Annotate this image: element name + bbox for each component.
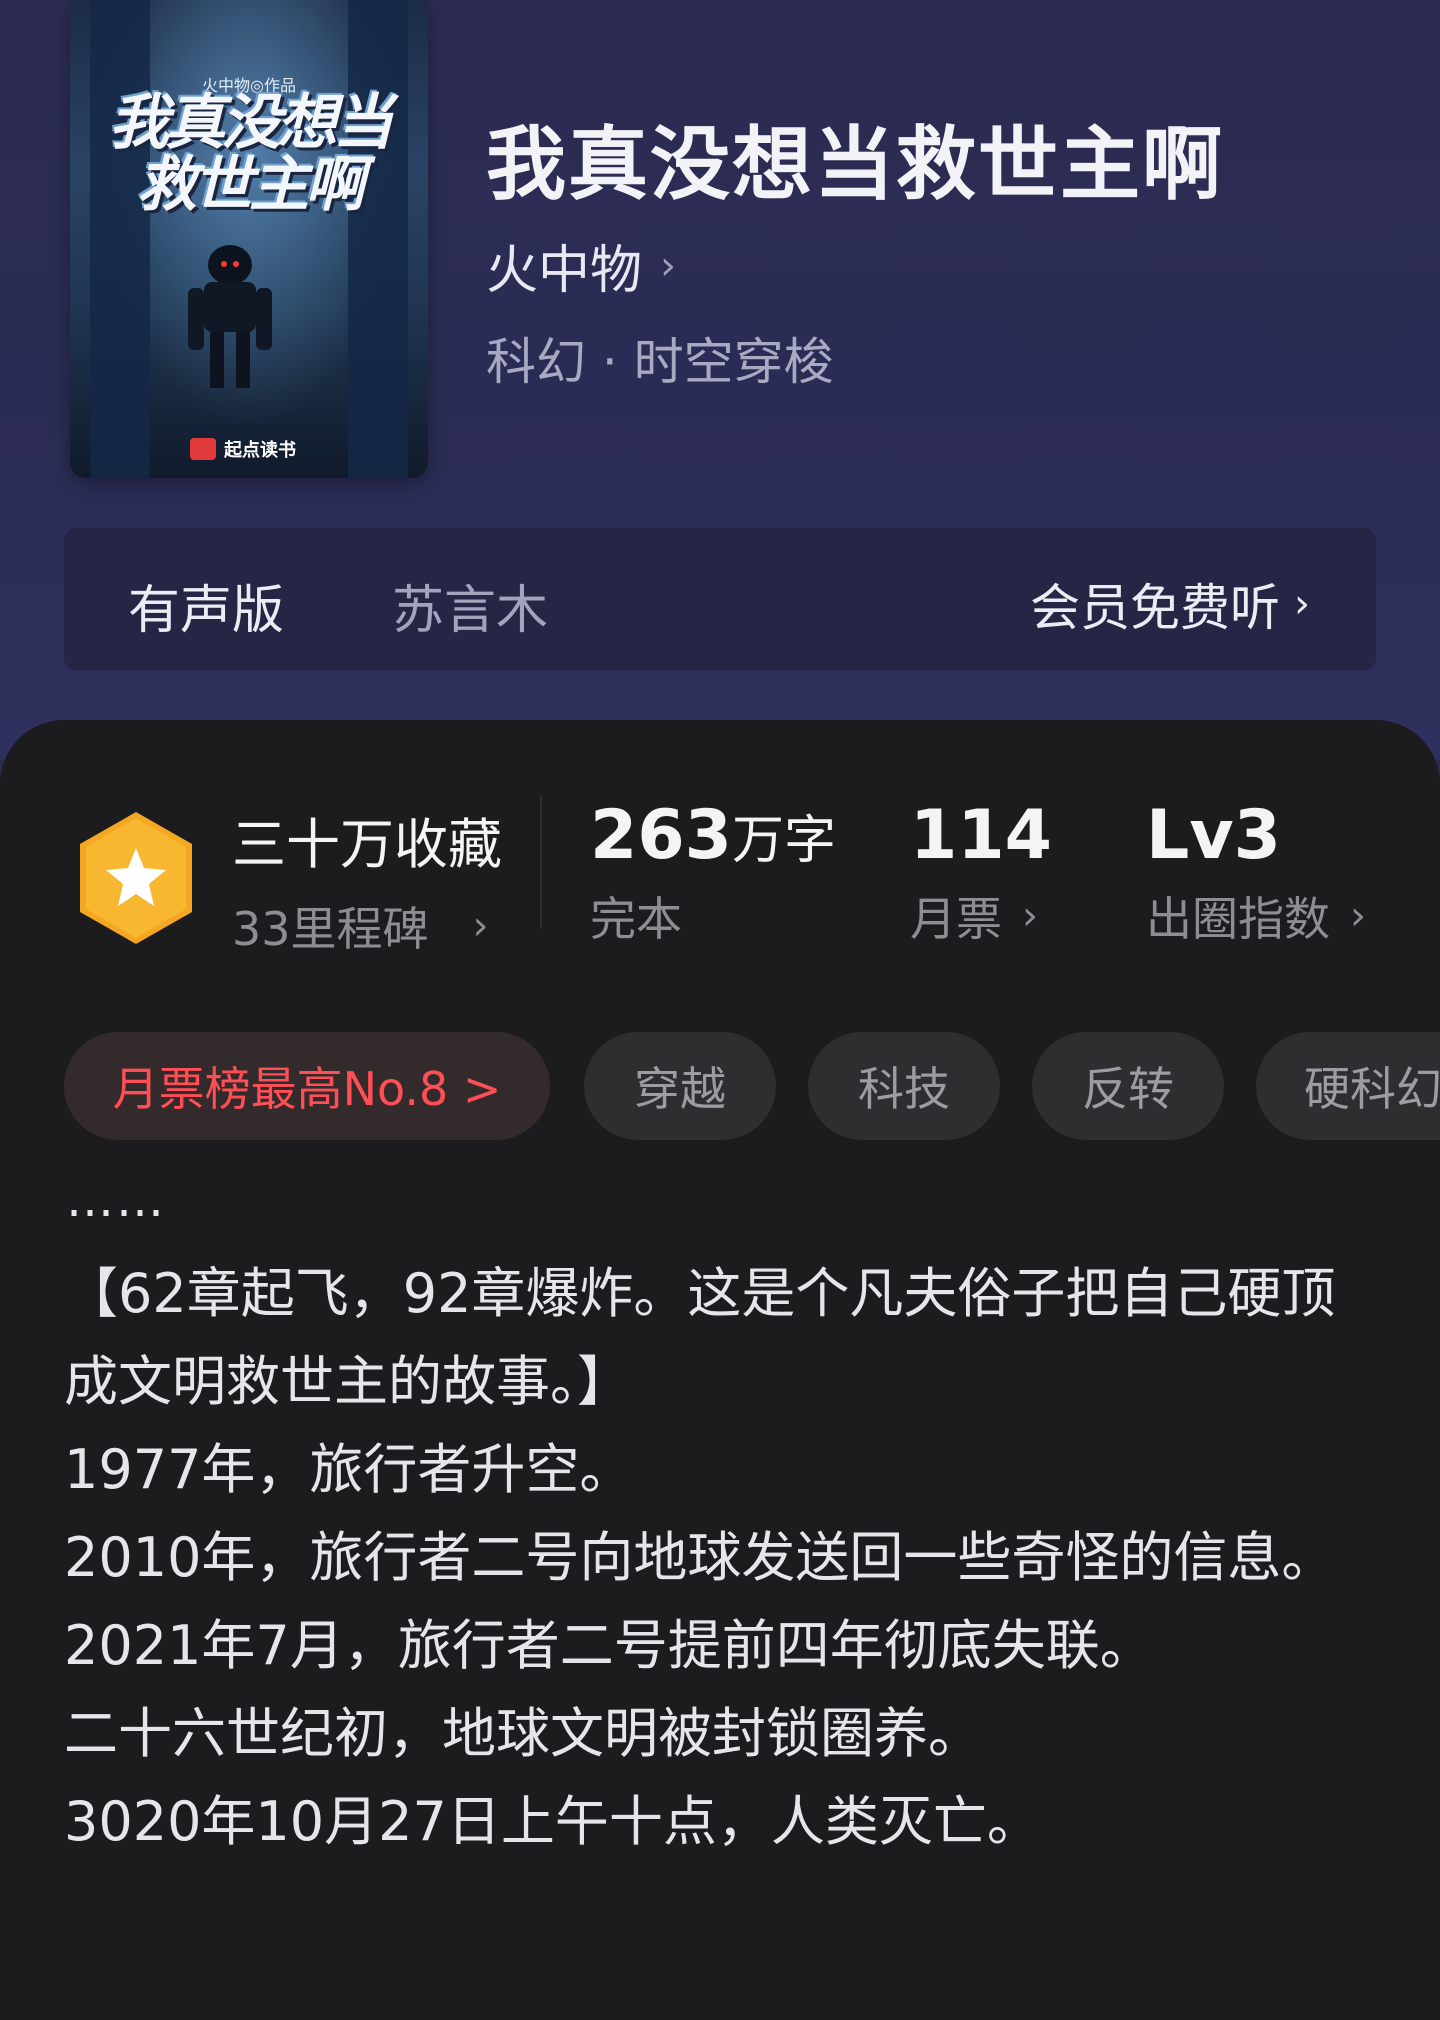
description-line: 3020年10月27日上午十点，人类灭亡。 [64,1790,1041,1853]
description-line: 1977年，旅行者升空。 [64,1438,634,1501]
book-title: 我真没想当救世主啊 [486,117,1224,211]
favorites-title: 三十万收藏 [232,813,502,876]
tag-hard-scifi[interactable]: 硬科幻 [1256,1032,1440,1140]
completion-status: 完本 [590,892,682,946]
publisher-name: 起点读书 [224,440,296,461]
author-link[interactable]: 火中物 › [486,228,676,303]
circle-index-stat[interactable]: Lv3 出圈指数 › [1146,796,1366,949]
description-line: 2010年，旅行者二号向地球发送回一些奇怪的信息。 [64,1526,1336,1589]
chevron-right-icon: › [1350,893,1366,939]
cover-title-line: 我真没想当 [109,88,393,158]
author-name: 火中物 [486,241,643,301]
tag-technology[interactable]: 科技 [808,1032,1000,1140]
milestone-label: 33里程碑 [232,902,429,956]
book-header: 火中物◎作品 我真没想当 救世主啊 起点读书 我真没想当救世主啊 火中物 › 科… [0,0,1440,760]
vip-listen-link[interactable]: 会员免费听 › [1030,568,1310,640]
favorites-stat[interactable]: 三十万收藏 33里程碑 › [232,800,502,959]
word-count-stat: 263万字 完本 [590,796,836,949]
chevron-right-icon: › [472,903,489,949]
circle-index-label: 出圈指数 [1146,892,1330,946]
tag-twist[interactable]: 反转 [1032,1032,1224,1140]
description-line: 二十六世纪初，地球文明被封锁圈养。 [64,1702,982,1765]
stats-divider [540,795,542,929]
vip-listen-label: 会员免费听 [1030,579,1280,637]
circle-index-value: Lv3 [1146,796,1281,875]
description-line: 2021年7月，旅行者二号提前四年彻底失联。 [64,1614,1154,1677]
monthly-ticket-link: 月票 › [910,883,1052,949]
chevron-right-icon: › [1294,581,1310,627]
description-ellipsis: …… [66,1172,166,1228]
word-count: 263万字 [590,796,836,875]
audio-version-bar[interactable]: 有声版 苏言木 会员免费听 › [64,528,1376,670]
monthly-ticket-label: 月票 [910,892,1002,946]
tag-time-travel[interactable]: 穿越 [584,1032,776,1140]
robot-illustration [188,245,272,388]
cover-title-art: 我真没想当 救世主啊 [90,92,408,216]
chevron-right-icon: › [1022,893,1038,939]
word-count-unit: 万字 [731,811,836,871]
monthly-ticket-stat[interactable]: 114 月票 › [910,796,1052,949]
monthly-rank-tag[interactable]: 月票榜最高No.8 > [64,1032,550,1140]
cover-publisher: 起点读书 [190,436,296,462]
milestone-link: 33里程碑 › [232,893,502,959]
genre-label: 科幻 · 时空穿梭 [486,333,834,391]
word-count-number: 263 [590,796,732,875]
milestone-star-icon[interactable] [72,808,200,948]
cover-title-line: 救世主啊 [137,150,365,220]
book-cover[interactable]: 火中物◎作品 我真没想当 救世主啊 起点读书 [70,0,428,478]
circle-index-link: 出圈指数 › [1146,883,1366,949]
book-description[interactable]: 【62章起飞，92章爆炸。这是个凡夫俗子把自己硬顶成文明救世主的故事。】 197… [64,1250,1384,1866]
chevron-right-icon: › [660,242,677,289]
monthly-ticket-value: 114 [910,796,1052,875]
publisher-logo-icon [190,438,216,460]
description-line: 【62章起飞，92章爆炸。这是个凡夫俗子把自己硬顶成文明救世主的故事。】 [64,1262,1336,1413]
narrator-name: 苏言木 [392,581,549,641]
audio-label: 有声版 [128,581,285,641]
